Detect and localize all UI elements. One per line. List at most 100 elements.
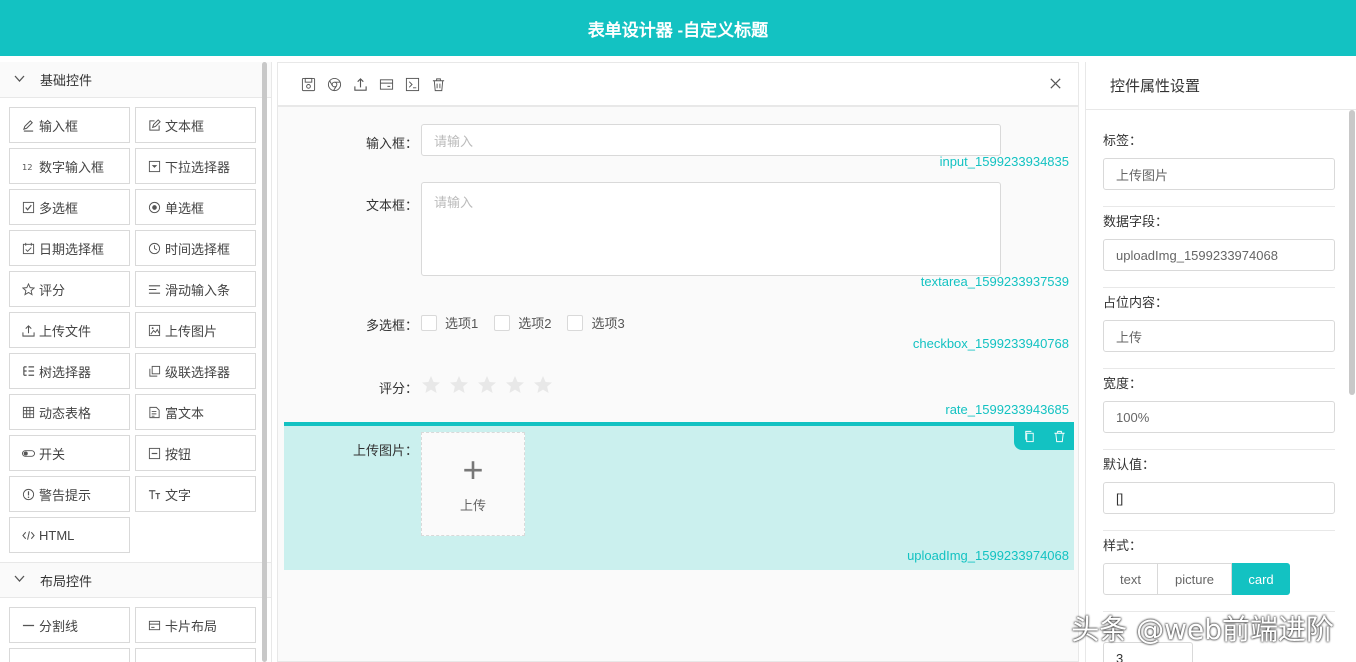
prop-name: 数据字段： (1103, 214, 1169, 229)
divider (1103, 287, 1335, 288)
component-cascader[interactable]: 级联选择器 (135, 353, 256, 389)
component-alert[interactable]: 警告提示 (9, 476, 130, 512)
checkbox-option[interactable]: 选项1 (421, 313, 478, 332)
component-label: 滑动输入条 (165, 282, 231, 298)
component-date[interactable]: 日期选择框 (9, 230, 130, 266)
component-time[interactable]: 时间选择框 (135, 230, 256, 266)
prop-name: 标签： (1103, 133, 1143, 148)
star-icon[interactable] (421, 375, 441, 395)
copy-icon[interactable] (1023, 430, 1036, 446)
form-item-upload-selected[interactable]: 上传图片： + 上传 uploadImg_1599233974068 (284, 422, 1074, 570)
component-card[interactable]: 卡片布局 (135, 607, 256, 643)
style-radio-group: text picture card (1103, 563, 1335, 595)
group-title-basic: 基础控件 (40, 73, 93, 88)
svg-text:12: 12 (22, 162, 33, 172)
save-icon[interactable] (300, 76, 316, 92)
card-icon[interactable] (378, 76, 394, 92)
component-placeholder[interactable] (135, 648, 256, 662)
terminal-icon[interactable] (404, 76, 420, 92)
delete-icon[interactable] (1053, 430, 1066, 446)
field-id: textarea_1599233937539 (920, 274, 1069, 289)
checkbox-option[interactable]: 选项3 (567, 313, 625, 332)
component-checkbox[interactable]: 多选框 (9, 189, 130, 225)
divider (1103, 449, 1335, 450)
calendar-icon (21, 241, 35, 255)
checkbox-option[interactable]: 选项2 (494, 313, 551, 332)
component-select[interactable]: 下拉选择器 (135, 148, 256, 184)
app-header: 表单设计器 -自定义标题 (0, 0, 1356, 56)
button-icon (147, 446, 161, 460)
prop-label-input[interactable]: 上传图片 (1103, 158, 1335, 190)
field-id: uploadImg_1599233974068 (907, 548, 1069, 563)
textarea[interactable]: 请输入 (421, 182, 1001, 276)
checkbox-box[interactable] (567, 314, 584, 331)
option-label: 选项2 (518, 316, 552, 331)
prop-width-input[interactable]: 100% (1103, 401, 1335, 433)
tree-icon (21, 364, 35, 378)
form-item-checkbox[interactable]: 多选框： 选项1 选项2 选项3 checkbox_1599233940768 (284, 313, 1074, 355)
component-radio[interactable]: 单选框 (135, 189, 256, 225)
upload-card[interactable]: + 上传 (421, 432, 525, 536)
style-option-text[interactable]: text (1103, 563, 1158, 595)
prop-name: 样式： (1103, 538, 1143, 553)
component-tree[interactable]: 树选择器 (9, 353, 130, 389)
star-icon[interactable] (505, 375, 525, 395)
component-rate[interactable]: 评分 (9, 271, 130, 307)
component-label: 日期选择框 (39, 241, 105, 257)
divider (1103, 368, 1335, 369)
component-richtext[interactable]: 富文本 (135, 394, 256, 430)
star-icon[interactable] (533, 375, 553, 395)
component-table[interactable]: 动态表格 (9, 394, 130, 430)
component-placeholder[interactable] (9, 648, 130, 662)
component-label: 分割线 (39, 618, 79, 634)
select-icon (147, 159, 161, 173)
form-item-rate[interactable]: 评分： rate_1599233943685 (284, 375, 1074, 420)
text-input[interactable]: 请输入 (421, 124, 1001, 156)
delete-icon[interactable] (430, 76, 446, 92)
chrome-icon[interactable] (326, 76, 342, 92)
form-item-textarea[interactable]: 文本框： 请输入 textarea_1599233937539 (284, 182, 1074, 292)
field-id: checkbox_1599233940768 (912, 336, 1069, 351)
component-number[interactable]: 12 数字输入框 (9, 148, 130, 184)
group-header-basic[interactable]: 基础控件 (0, 62, 271, 98)
form-canvas: 输入框： 请输入 input_1599233934835 文本框： 请输入 te… (277, 62, 1079, 662)
edit-icon (21, 118, 35, 132)
component-html[interactable]: HTML (9, 517, 130, 553)
form-item-input[interactable]: 输入框： 请输入 input_1599233934835 (284, 124, 1074, 174)
prop-default-input[interactable]: [] (1103, 482, 1335, 514)
component-label: 单选框 (165, 200, 205, 216)
prop-style: 样式： text picture card (1103, 535, 1335, 612)
close-icon[interactable] (1048, 76, 1064, 92)
component-label: 树选择器 (39, 364, 92, 380)
slider-icon (147, 282, 161, 296)
prop-model-input[interactable]: uploadImg_1599233974068 (1103, 239, 1335, 271)
star-icon[interactable] (449, 375, 469, 395)
checkbox-box[interactable] (421, 314, 437, 331)
component-slider[interactable]: 滑动输入条 (135, 271, 256, 307)
component-text[interactable]: 文字 (135, 476, 256, 512)
plus-icon: + (462, 448, 484, 490)
component-upload-image[interactable]: 上传图片 (135, 312, 256, 348)
component-divider[interactable]: 分割线 (9, 607, 130, 643)
group-header-layout[interactable]: 布局控件 (0, 562, 271, 598)
prop-placeholder-input[interactable]: 上传 (1103, 320, 1335, 352)
style-option-card[interactable]: card (1232, 563, 1290, 595)
star-icon[interactable] (477, 375, 497, 395)
component-upload-file[interactable]: 上传文件 (9, 312, 130, 348)
basic-components-grid: 输入框 文本框 12 数字输入框 下拉选择器 多选框 单选框 日期选择框 时间选择… (0, 98, 271, 562)
prop-name: 宽度： (1103, 376, 1143, 391)
richtext-icon (147, 405, 161, 419)
export-icon[interactable] (352, 76, 368, 92)
right-scrollbar[interactable] (1349, 110, 1355, 395)
style-option-picture[interactable]: picture (1158, 563, 1232, 595)
component-switch[interactable]: 开关 (9, 435, 130, 471)
component-button[interactable]: 按钮 (135, 435, 256, 471)
number-icon: 12 (21, 159, 35, 173)
prop-name: 占位内容： (1103, 295, 1169, 310)
rate-stars[interactable] (421, 375, 561, 395)
component-input[interactable]: 输入框 (9, 107, 130, 143)
component-label: 卡片布局 (165, 618, 218, 634)
checkbox-box[interactable] (494, 314, 511, 331)
component-textarea[interactable]: 文本框 (135, 107, 256, 143)
left-scrollbar[interactable] (262, 62, 267, 662)
